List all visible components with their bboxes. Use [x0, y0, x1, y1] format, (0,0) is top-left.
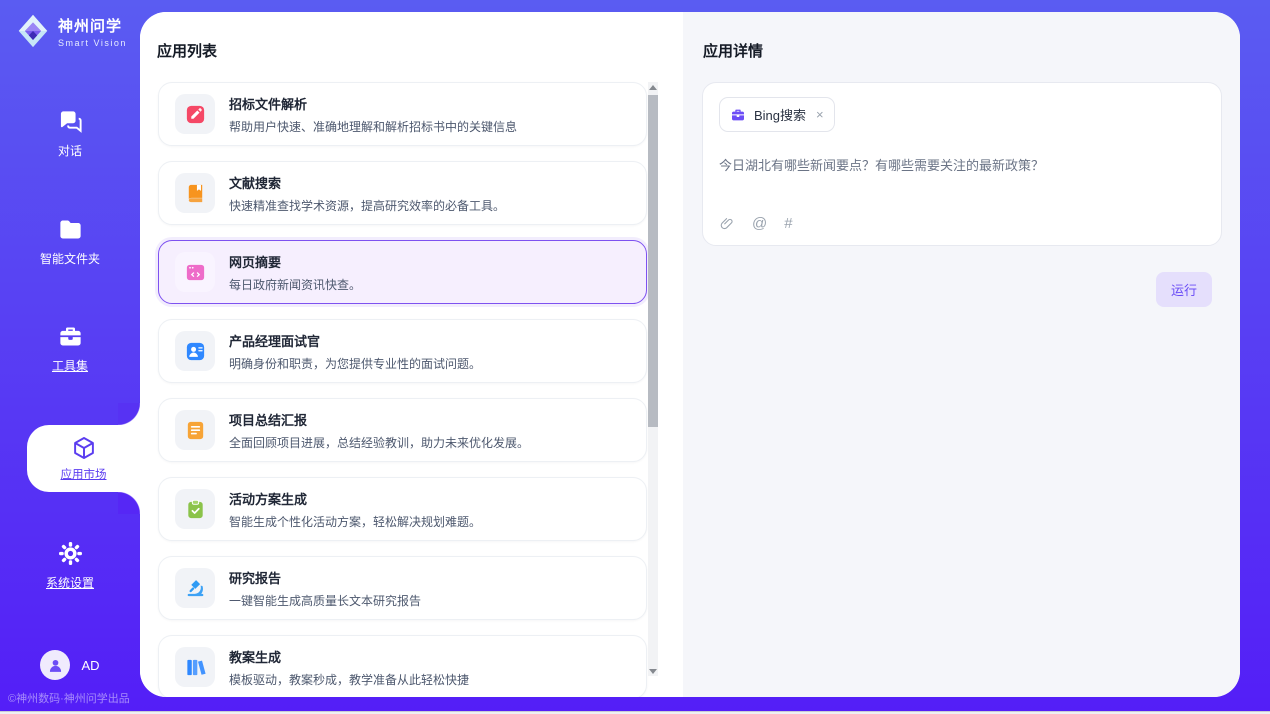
scrollbar-thumb[interactable] [648, 95, 658, 427]
close-icon[interactable]: × [814, 107, 824, 122]
app-detail-title: 应用详情 [703, 40, 763, 61]
scroll-up-arrow-icon[interactable] [648, 82, 658, 92]
main-content: 应用列表 招标文件解析 帮助用户快速、准确地理解和解析招标书中的关键信息 文献搜… [140, 12, 1240, 697]
app-card-description: 智能生成个性化活动方案，轻松解决规划难题。 [229, 513, 481, 530]
briefcase-icon [730, 107, 746, 123]
sidebar: 神州问学 Smart Vision 对话 智能文件夹 工具集 应用市场 系统设置 [0, 0, 140, 714]
app-card-title: 产品经理面试官 [229, 331, 481, 350]
app-card[interactable]: 教案生成 模板驱动，教案秒成，教学准备从此轻松快捷 [158, 635, 647, 697]
app-card[interactable]: 研究报告 一键智能生成高质量长文本研究报告 [158, 556, 647, 620]
app-card-description: 模板驱动，教案秒成，教学准备从此轻松快捷 [229, 671, 469, 688]
sidebar-item-folder[interactable]: 智能文件夹 [0, 216, 140, 267]
sidebar-nav: 对话 智能文件夹 工具集 应用市场 系统设置 [0, 0, 140, 714]
scroll-down-arrow-icon[interactable] [648, 666, 658, 676]
app-list-title: 应用列表 [157, 40, 217, 61]
app-card[interactable]: 网页摘要 每日政府新闻资讯快查。 [158, 240, 647, 304]
sidebar-item-toolbox[interactable]: 工具集 [0, 323, 140, 374]
app-card[interactable]: 文献搜索 快速精准查找学术资源，提高研究效率的必备工具。 [158, 161, 647, 225]
app-card[interactable]: 产品经理面试官 明确身份和职责，为您提供专业性的面试问题。 [158, 319, 647, 383]
hash-icon[interactable]: # [784, 215, 792, 232]
app-card[interactable]: 招标文件解析 帮助用户快速、准确地理解和解析招标书中的关键信息 [158, 82, 647, 146]
app-card-description: 明确身份和职责，为您提供专业性的面试问题。 [229, 355, 481, 372]
attachment-toolbar: @ # [719, 215, 793, 232]
nav-item-label: 智能文件夹 [40, 250, 100, 267]
app-card-title: 教案生成 [229, 647, 469, 666]
list-scrollbar[interactable] [648, 82, 658, 676]
lesson-plan-icon [175, 647, 215, 687]
app-card-list: 招标文件解析 帮助用户快速、准确地理解和解析招标书中的关键信息 文献搜索 快速精… [158, 82, 647, 697]
tool-tag-label: Bing搜索 [754, 105, 806, 124]
interviewer-icon [175, 331, 215, 371]
prompt-text[interactable]: 今日湖北有哪些新闻要点？有哪些需要关注的最新政策？ [719, 156, 1205, 176]
app-card-title: 研究报告 [229, 568, 421, 587]
folder-icon [57, 216, 84, 243]
user-initials: AD [81, 658, 99, 673]
app-detail-panel: 应用详情 Bing搜索 × 今日湖北有哪些新闻要点？有哪些需要关注的最新政策？ … [683, 12, 1240, 697]
app-card-title: 网页摘要 [229, 252, 361, 271]
app-card-title: 文献搜索 [229, 173, 505, 192]
app-card-title: 项目总结汇报 [229, 410, 529, 429]
cube-icon [71, 435, 97, 461]
app-card-description: 帮助用户快速、准确地理解和解析招标书中的关键信息 [229, 118, 517, 135]
user-account[interactable]: AD [0, 650, 140, 680]
avatar[interactable] [40, 650, 70, 680]
prompt-input-card[interactable]: Bing搜索 × 今日湖北有哪些新闻要点？有哪些需要关注的最新政策？ @ # [702, 82, 1222, 246]
copyright-footer: ©神州数码·神州问学出品 [8, 690, 130, 706]
project-summary-icon [175, 410, 215, 450]
literature-search-icon [175, 173, 215, 213]
app-card-title: 活动方案生成 [229, 489, 481, 508]
tool-tag-bing-search[interactable]: Bing搜索 × [719, 97, 835, 132]
gear-icon [57, 540, 84, 567]
research-report-icon [175, 568, 215, 608]
sidebar-item-cube[interactable]: 应用市场 [27, 425, 140, 492]
app-card[interactable]: 活动方案生成 智能生成个性化活动方案，轻松解决规划难题。 [158, 477, 647, 541]
bid-document-icon [175, 94, 215, 134]
nav-item-label: 系统设置 [46, 574, 94, 591]
nav-item-label: 工具集 [52, 357, 88, 374]
paperclip-icon[interactable] [719, 216, 735, 232]
chat-icon [57, 108, 84, 135]
nav-item-label: 应用市场 [61, 466, 107, 482]
person-icon [46, 656, 65, 675]
app-card-description: 快速精准查找学术资源，提高研究效率的必备工具。 [229, 197, 505, 214]
nav-item-label: 对话 [58, 142, 82, 159]
app-card[interactable]: 项目总结汇报 全面回顾项目进展，总结经验教训，助力未来优化发展。 [158, 398, 647, 462]
app-card-description: 一键智能生成高质量长文本研究报告 [229, 592, 421, 609]
app-card-title: 招标文件解析 [229, 94, 517, 113]
toolbox-icon [57, 323, 84, 350]
sidebar-item-chat[interactable]: 对话 [0, 108, 140, 159]
mention-at-icon[interactable]: @ [752, 215, 767, 232]
webpage-summary-icon [175, 252, 215, 292]
activity-plan-icon [175, 489, 215, 529]
app-card-description: 每日政府新闻资讯快查。 [229, 276, 361, 293]
app-card-description: 全面回顾项目进展，总结经验教训，助力未来优化发展。 [229, 434, 529, 451]
run-button[interactable]: 运行 [1156, 272, 1212, 307]
sidebar-item-gear[interactable]: 系统设置 [0, 540, 140, 591]
app-list-panel: 应用列表 招标文件解析 帮助用户快速、准确地理解和解析招标书中的关键信息 文献搜… [140, 12, 683, 697]
